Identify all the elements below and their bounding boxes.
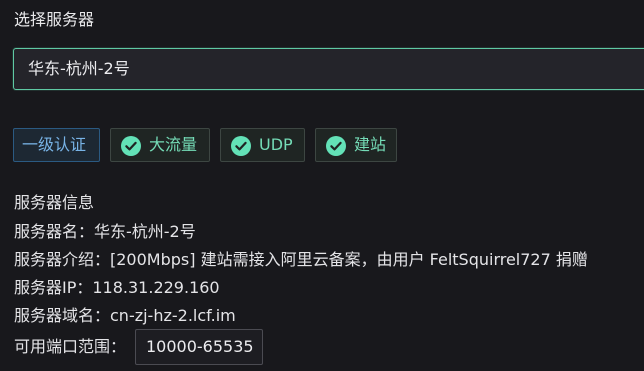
tag-label: UDP	[259, 135, 293, 154]
server-name-line: 服务器名：华东-杭州-2号	[14, 222, 196, 241]
tag-label: 建站	[354, 135, 387, 154]
server-intro-line: 服务器介绍：[200Mbps] 建站需接入阿里云备案，由用户 FeltSquir…	[14, 250, 588, 269]
tag-label: 一级认证	[22, 135, 87, 154]
server-info-title: 服务器信息	[14, 193, 95, 212]
port-range-label: 可用端口范围：	[14, 337, 127, 356]
tag-label: 大流量	[149, 135, 198, 154]
port-range-value: 10000-65535	[146, 337, 254, 356]
server-select-label: 选择服务器	[14, 10, 95, 29]
tag-udp: UDP	[220, 128, 305, 162]
server-select[interactable]: 华东-杭州-2号	[13, 48, 644, 90]
server-ip-line: 服务器IP：118.31.229.160	[14, 278, 220, 297]
server-select-value: 华东-杭州-2号	[28, 59, 130, 78]
check-circle-icon	[326, 136, 346, 156]
tag-website-building: 建站	[315, 128, 397, 162]
port-range-field: 10000-65535	[135, 329, 263, 365]
check-circle-icon	[121, 136, 141, 156]
check-circle-icon	[231, 136, 251, 156]
tag-first-level-certification: 一级认证	[13, 128, 100, 162]
server-domain-line: 服务器域名：cn-zj-hz-2.lcf.im	[14, 306, 236, 325]
tag-high-traffic: 大流量	[110, 128, 210, 162]
